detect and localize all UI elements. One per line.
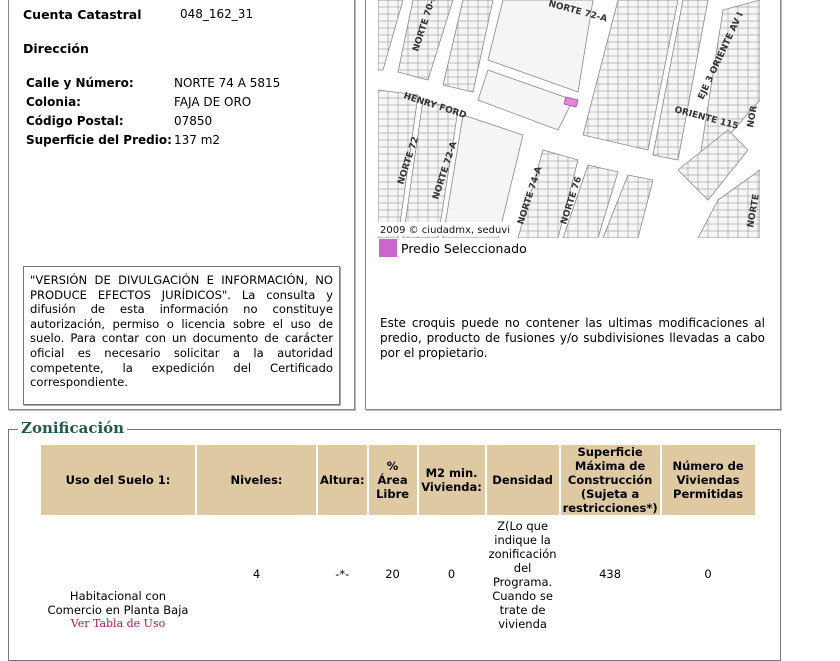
header-uso: Uso del Suelo 1: [41,445,195,515]
header-m2-min: M2 min. Vivienda: [418,445,485,515]
header-superficie-max: Superficie Máxima de Construcción (Sujet… [560,445,660,515]
niveles-value: 4 [252,567,261,581]
calle-value: NORTE 74 A 5815 [174,76,281,90]
superficie-value: 137 m2 [174,133,221,147]
header-viviendas: Número de Viviendas Permitidas [661,445,755,515]
m2-min-value: 0 [447,567,456,581]
table-row: Habitacional con Comercio en Planta Baja… [41,517,755,631]
uso-value: Habitacional con Comercio en Planta Baja [47,589,189,617]
ver-tabla-uso-link[interactable]: Ver Tabla de Uso [43,617,193,631]
header-area-libre: % Área Libre [368,445,417,515]
colonia-value: FAJA DE ORO [174,95,252,109]
densidad-value: Z(Lo que indique la zonificación del Pro… [488,519,557,631]
header-niveles: Niveles: [197,445,316,515]
cuenta-value: 048_162_31 [180,7,254,21]
disclaimer-box: "VERSIÓN DE DIVULGACIÓN E INFORMACIÓN, N… [23,266,340,405]
legend-swatch [379,239,397,257]
colonia-label: Colonia: [26,95,81,109]
header-altura: Altura: [318,445,367,515]
cp-label: Código Postal: [26,114,124,128]
calle-label: Calle y Número: [26,76,134,90]
altura-value: -*- [335,567,350,581]
cp-value: 07850 [174,114,213,128]
zonificacion-title: Zonificación [18,419,128,437]
map-note: Este croquis puede no contener las ultim… [380,316,765,360]
table-header-row: Uso del Suelo 1: Niveles: Altura: % Área… [41,445,755,515]
area-libre-value: 20 [385,567,400,581]
cuenta-label: Cuenta Catastral [23,7,142,22]
direccion-title: Dirección [23,41,89,56]
legend-label: Predio Seleccionado [401,241,527,256]
superficie-label: Superficie del Predio: [26,133,172,147]
superficie-max-value: 438 [599,567,622,581]
map-copyright: 2009 © ciudadmx, seduvi [380,225,510,236]
viviendas-value: 0 [704,567,712,581]
cadastral-map[interactable]: NORTE 70-A NORTE 72-A HENRY FORD NORTE 7… [378,0,760,238]
header-densidad: Densidad [486,445,559,515]
zonificacion-table: Uso del Suelo 1: Niveles: Altura: % Área… [39,443,757,633]
